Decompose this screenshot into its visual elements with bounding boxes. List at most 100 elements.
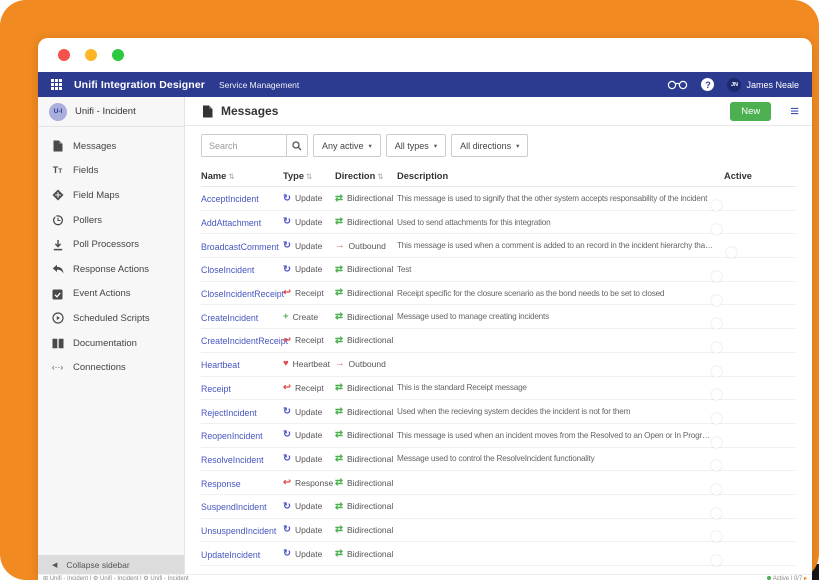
- collapse-sidebar-button[interactable]: ◀ Collapse sidebar: [38, 555, 184, 574]
- two-way-arrows-icon: ⇄: [335, 502, 343, 512]
- message-description: This message is used when a comment is a…: [397, 241, 722, 250]
- message-name-link[interactable]: Response: [201, 479, 241, 489]
- filter-all-types[interactable]: All types▾: [386, 134, 446, 157]
- type-label: Update: [295, 549, 322, 559]
- close-window-button[interactable]: [58, 49, 70, 61]
- direction-label: Bidirectional: [347, 430, 393, 440]
- circular-refresh-icon: ↻: [283, 241, 291, 251]
- sidebar-item-documentation[interactable]: Documentation: [38, 331, 184, 356]
- direction-label: Bidirectional: [347, 383, 393, 393]
- type-label: Update: [295, 193, 322, 203]
- footer-integrations[interactable]: ⊞ Unifi - Incident | ⚙ Unifi - Incident …: [43, 575, 189, 580]
- search-input[interactable]: [202, 135, 286, 156]
- list-menu-icon[interactable]: ≡: [790, 104, 799, 119]
- chevron-down-icon: ▾: [516, 142, 519, 150]
- type-label: Receipt: [295, 288, 324, 298]
- glasses-icon[interactable]: [667, 79, 688, 90]
- maximize-window-button[interactable]: [112, 49, 124, 61]
- message-name-link[interactable]: UnsuspendIncident: [201, 526, 276, 536]
- sidebar-item-pollers[interactable]: Pollers: [38, 208, 184, 233]
- message-name-link[interactable]: CloseIncidentReceipt: [201, 289, 284, 299]
- sidebar-item-response-actions[interactable]: Response Actions: [38, 257, 184, 282]
- message-name-link[interactable]: AddAttachment: [201, 218, 261, 228]
- diamond-arrows-icon: [51, 189, 64, 201]
- sidebar-item-label: Connections: [73, 362, 126, 373]
- user-menu[interactable]: JN James Neale: [727, 78, 799, 92]
- table-row: CloseIncident↻Update⇄BidirectionalTest: [201, 258, 796, 282]
- message-name-link[interactable]: AcceptIncident: [201, 194, 259, 204]
- sidebar-item-messages[interactable]: Messages: [38, 134, 184, 159]
- screenshot-page: Unifi Integration Designer Service Manag…: [0, 0, 819, 580]
- footer-status-text: Active | 0/7: [773, 576, 803, 580]
- filter-all-directions[interactable]: All directions▾: [451, 134, 528, 157]
- status-dot-icon: [767, 576, 771, 580]
- page-title: Messages: [221, 104, 278, 118]
- type-label: Update: [295, 264, 322, 274]
- table-row: ReopenIncident↻Update⇄BidirectionalThis …: [201, 424, 796, 448]
- footer-integration-link[interactable]: Unifi - Incident: [50, 576, 88, 580]
- direction-label: Bidirectional: [347, 335, 393, 345]
- column-header-direction[interactable]: Direction⇅: [335, 171, 397, 181]
- filter-label: Any active: [322, 141, 364, 151]
- message-description: Message used to control the ResolveIncid…: [397, 454, 722, 463]
- circular-refresh-icon: ↻: [283, 454, 291, 464]
- plus-icon: +: [283, 312, 289, 322]
- sort-icon: ⇅: [228, 172, 234, 181]
- footer-integration-link[interactable]: Unifi - Incident: [100, 576, 138, 580]
- message-name-link[interactable]: BroadcastComment: [201, 242, 279, 252]
- circular-refresh-icon: ↻: [283, 430, 291, 440]
- message-name-link[interactable]: CloseIncident: [201, 265, 254, 275]
- two-way-arrows-icon: ⇄: [335, 454, 343, 464]
- breadcrumb-section[interactable]: Service Management: [219, 80, 299, 90]
- minimize-window-button[interactable]: [85, 49, 97, 61]
- search-group: [201, 134, 308, 157]
- sidebar-item-label: Field Maps: [73, 190, 119, 201]
- integration-profile[interactable]: U-I Unifi - Incident: [38, 97, 184, 127]
- sidebar-item-connections[interactable]: ‹··›Connections: [38, 355, 184, 380]
- type-label: Heartbeat: [293, 359, 330, 369]
- message-name-link[interactable]: RejectIncident: [201, 408, 257, 418]
- column-header-type[interactable]: Type⇅: [283, 171, 335, 181]
- message-description: This message is used when an incident mo…: [397, 431, 722, 440]
- sidebar-item-fields[interactable]: TTFields: [38, 159, 184, 184]
- message-description: This message is used to signify that the…: [397, 194, 722, 203]
- sidebar-item-label: Fields: [73, 165, 98, 176]
- sidebar-item-scheduled-scripts[interactable]: Scheduled Scripts: [38, 306, 184, 331]
- filter-any-active[interactable]: Any active▾: [313, 134, 381, 157]
- app-grid-icon[interactable]: [51, 79, 62, 90]
- message-name-link[interactable]: ResolveIncident: [201, 455, 264, 465]
- window-footer-strip: ⊞ Unifi - Incident | ⚙ Unifi - Incident …: [38, 574, 812, 580]
- sidebar-item-field-maps[interactable]: Field Maps: [38, 183, 184, 208]
- sidebar-item-event-actions[interactable]: Event Actions: [38, 282, 184, 307]
- window-titlebar: [38, 38, 812, 72]
- message-name-link[interactable]: CreateIncidentReceipt: [201, 336, 288, 346]
- footer-status: Active | 0/7 ▸: [767, 575, 807, 580]
- messages-content: Any active▾All types▾All directions▾ Nam…: [185, 126, 812, 574]
- search-icon: [292, 141, 302, 151]
- message-name-link[interactable]: CreateIncident: [201, 313, 258, 323]
- message-name-link[interactable]: Heartbeat: [201, 360, 240, 370]
- message-name-link[interactable]: UpdateIncident: [201, 550, 260, 560]
- sidebar-item-label: Scheduled Scripts: [73, 313, 150, 324]
- sort-icon: ⇅: [306, 172, 312, 181]
- type-label: Receipt: [295, 335, 324, 345]
- new-message-button[interactable]: New: [730, 102, 771, 121]
- sidebar-item-poll-processors[interactable]: Poll Processors: [38, 232, 184, 257]
- column-header-name[interactable]: Name⇅: [201, 171, 283, 181]
- message-name-link[interactable]: ReopenIncident: [201, 431, 263, 441]
- help-icon[interactable]: ?: [701, 78, 714, 91]
- table-header-row: Name⇅Type⇅Direction⇅DescriptionActive: [201, 166, 796, 187]
- message-name-link[interactable]: Receipt: [201, 384, 231, 394]
- type-label: Update: [295, 525, 322, 535]
- table-row: CreateIncidentReceipt↩Receipt⇄Bidirectio…: [201, 329, 796, 353]
- chevron-down-icon: ▾: [434, 142, 437, 150]
- footer-integration-link[interactable]: Unifi - Incident: [150, 576, 188, 580]
- reply-arrow-icon: ↩: [283, 383, 291, 393]
- message-name-link[interactable]: SuspendIncident: [201, 502, 267, 512]
- user-avatar: JN: [727, 78, 741, 92]
- book-icon: [51, 338, 64, 349]
- history-clock-icon: [51, 214, 64, 226]
- direction-label: Bidirectional: [347, 264, 393, 274]
- search-button[interactable]: [286, 135, 307, 156]
- sidebar-item-label: Messages: [73, 141, 116, 152]
